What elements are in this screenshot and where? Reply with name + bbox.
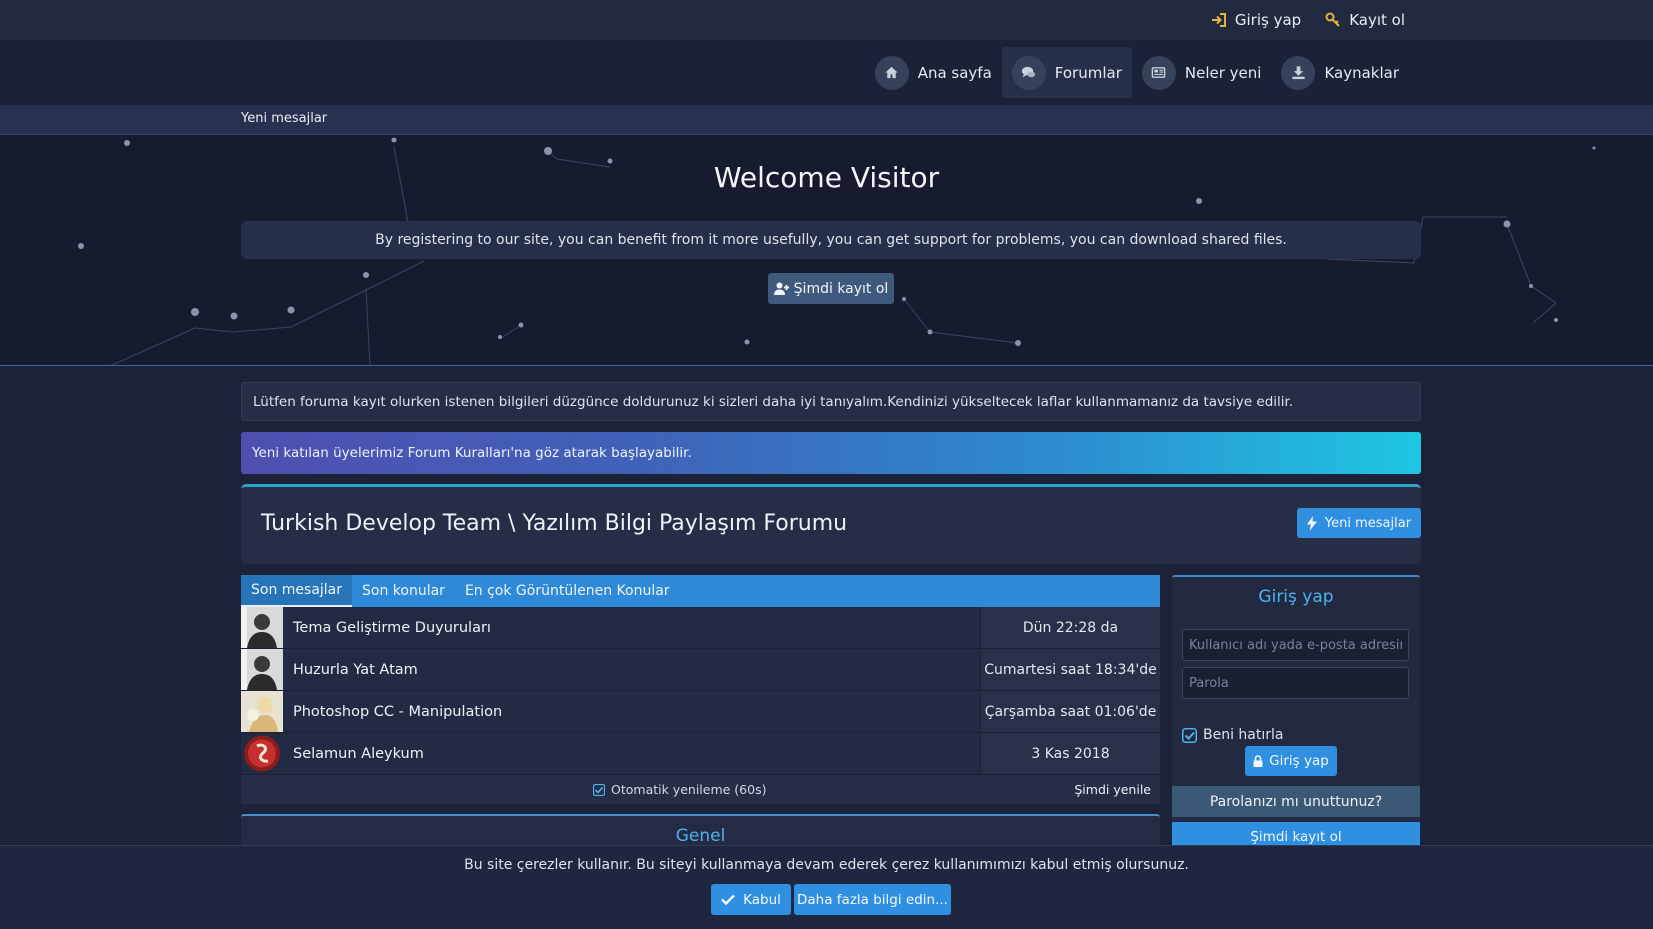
login-submit-button[interactable]: Giriş yap: [1245, 746, 1337, 776]
cookie-more-info-button[interactable]: Daha fazla bilgi edin...: [794, 884, 951, 915]
auto-refresh-toggle[interactable]: Otomatik yenileme (60s): [593, 782, 766, 797]
welcome-title: Welcome Visitor: [713, 161, 940, 194]
register-link-label: Kayıt ol: [1349, 11, 1405, 29]
cookie-accept-button[interactable]: Kabul: [711, 884, 791, 915]
avatar: [241, 649, 283, 690]
rules-notice-text: Yeni katılan üyelerimiz Forum Kuralları'…: [252, 445, 692, 461]
login-title: Giriş yap: [1258, 587, 1334, 607]
avatar: [241, 607, 283, 648]
login-link[interactable]: Giriş yap: [1211, 11, 1301, 29]
username-input[interactable]: [1182, 629, 1409, 661]
welcome-hero: Welcome Visitor By registering to our si…: [0, 135, 1653, 366]
thread-title[interactable]: Photoshop CC - Manipulation: [283, 691, 980, 732]
main-nav: Ana sayfa Forumlar Neler yeni Kaynaklar: [0, 40, 1653, 105]
hero-register-label: Şimdi kayıt ol: [793, 280, 889, 297]
password-input[interactable]: [1182, 667, 1409, 699]
hero-register-button[interactable]: Şimdi kayıt ol: [768, 273, 894, 304]
latest-list: Tema Geliştirme Duyuruları Dün 22:28 da …: [241, 607, 1160, 775]
lock-icon: [1253, 755, 1263, 767]
thread-title[interactable]: Tema Geliştirme Duyuruları: [283, 607, 980, 648]
thread-title[interactable]: Huzurla Yat Atam: [283, 649, 980, 690]
list-item[interactable]: Tema Geliştirme Duyuruları Dün 22:28 da: [241, 607, 1160, 649]
latest-footer: Otomatik yenileme (60s) Şimdi yenile: [241, 775, 1160, 804]
nav-resources-label: Kaynaklar: [1324, 63, 1399, 82]
subnav-new-posts[interactable]: Yeni mesajlar: [241, 111, 327, 126]
thread-date: 3 Kas 2018: [980, 733, 1160, 774]
remember-me-label: Beni hatırla: [1203, 727, 1284, 743]
nav-whats-new-label: Neler yeni: [1184, 63, 1262, 82]
check-icon: [721, 894, 735, 905]
avatar: [241, 691, 283, 732]
cookie-text: Bu site çerezler kullanır. Bu siteyi kul…: [464, 857, 1189, 873]
nav-home[interactable]: Ana sayfa: [865, 47, 1002, 98]
login-link-label: Giriş yap: [1234, 11, 1302, 29]
nav-forums-label: Forumlar: [1054, 63, 1122, 82]
registration-notice: Lütfen foruma kayıt olurken istenen bilg…: [241, 382, 1421, 421]
nav-whats-new[interactable]: Neler yeni: [1132, 47, 1272, 98]
tab-most-viewed[interactable]: En çok Görüntülenen Konular: [455, 575, 680, 607]
welcome-message: By registering to our site, you can bene…: [241, 221, 1421, 259]
nav-home-label: Ana sayfa: [917, 63, 992, 82]
list-item[interactable]: Selamun Aleykum 3 Kas 2018: [241, 733, 1160, 775]
forum-title: Turkish Develop Team \ Yazılım Bilgi Pay…: [261, 511, 848, 536]
bolt-icon: [1306, 515, 1317, 531]
sub-nav: Yeni mesajlar: [0, 105, 1653, 135]
download-icon: [1281, 55, 1316, 90]
newspaper-icon: [1141, 55, 1176, 90]
login-submit-label: Giriş yap: [1269, 753, 1329, 769]
thread-title[interactable]: Selamun Aleykum: [283, 733, 980, 774]
forgot-password-button[interactable]: Parolanızı mı unuttunuz?: [1172, 786, 1420, 817]
top-bar: Giriş yap Kayıt ol: [0, 0, 1653, 40]
rules-notice: Yeni katılan üyelerimiz Forum Kuralları'…: [241, 432, 1421, 474]
register-link[interactable]: Kayıt ol: [1325, 11, 1405, 29]
section-title[interactable]: Genel: [676, 826, 726, 846]
checkbox-checked-icon: [1182, 727, 1197, 743]
nav-forums[interactable]: Forumlar: [1001, 47, 1132, 98]
list-item[interactable]: Huzurla Yat Atam Cumartesi saat 18:34'de: [241, 649, 1160, 691]
thread-date: Cumartesi saat 18:34'de: [980, 649, 1160, 690]
thread-date: Dün 22:28 da: [980, 607, 1160, 648]
sign-in-icon: [1211, 13, 1226, 27]
tab-latest-threads[interactable]: Son konular: [352, 575, 455, 607]
checkbox-checked-icon: [593, 783, 605, 796]
home-icon: [874, 55, 909, 90]
new-posts-button[interactable]: Yeni mesajlar: [1297, 508, 1421, 538]
new-posts-button-label: Yeni mesajlar: [1324, 515, 1412, 531]
remember-me-checkbox[interactable]: Beni hatırla: [1182, 727, 1284, 743]
latest-tabs: Son mesajlar Son konular En çok Görüntül…: [241, 575, 1160, 607]
tab-latest-posts[interactable]: Son mesajlar: [241, 575, 353, 607]
auto-refresh-label: Otomatik yenileme (60s): [611, 782, 767, 797]
nav-resources[interactable]: Kaynaklar: [1271, 47, 1409, 98]
thread-date: Çarşamba saat 01:06'de: [980, 691, 1160, 732]
cookie-notice: Bu site çerezler kullanır. Bu siteyi kul…: [0, 845, 1653, 929]
key-icon: [1325, 12, 1340, 27]
avatar: [241, 733, 283, 774]
list-item[interactable]: Photoshop CC - Manipulation Çarşamba saa…: [241, 691, 1160, 733]
refresh-now-link[interactable]: Şimdi yenile: [1074, 782, 1151, 797]
user-plus-icon: [773, 282, 789, 295]
login-widget: Giriş yap Beni hatırla Giriş yap Parolan…: [1172, 575, 1420, 857]
cookie-accept-label: Kabul: [743, 891, 781, 908]
forum-header: Turkish Develop Team \ Yazılım Bilgi Pay…: [241, 484, 1421, 564]
registration-notice-text: Lütfen foruma kayıt olurken istenen bilg…: [253, 393, 1294, 410]
chat-icon: [1011, 55, 1046, 90]
